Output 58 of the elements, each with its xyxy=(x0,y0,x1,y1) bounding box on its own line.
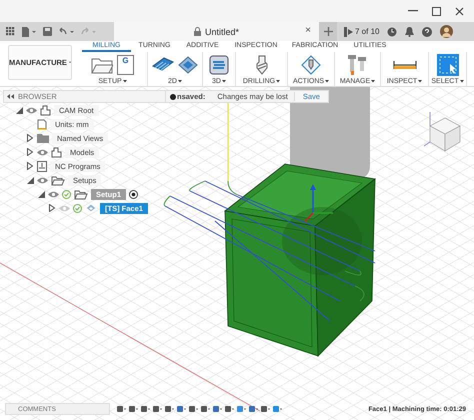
active-radio-icon[interactable] xyxy=(129,190,138,198)
drill-diamond-icon[interactable] xyxy=(301,55,321,75)
collapsed-icon[interactable] xyxy=(27,162,33,170)
collapse-icon[interactable] xyxy=(7,94,14,99)
close-icon[interactable] xyxy=(455,6,464,16)
caret-icon xyxy=(122,80,127,83)
minimize-icon[interactable] xyxy=(408,10,418,12)
document-icon xyxy=(37,118,47,130)
collapsed-icon[interactable] xyxy=(27,148,33,156)
apps-grid-icon[interactable] xyxy=(6,27,15,36)
nc-file-icon[interactable]: G xyxy=(117,55,134,75)
tab-close-button[interactable]: × xyxy=(305,25,311,36)
save-icon[interactable] xyxy=(43,27,52,36)
eye-icon[interactable] xyxy=(26,106,37,114)
collapsed-icon[interactable] xyxy=(27,134,33,142)
job-status-icon[interactable] xyxy=(343,26,353,36)
component-icon xyxy=(51,146,62,158)
surface-layers-icon[interactable] xyxy=(209,55,229,75)
warning-dot-icon xyxy=(170,94,176,100)
tool-library-icon[interactable] xyxy=(346,54,368,76)
clock-icon[interactable] xyxy=(387,26,398,36)
document-tab[interactable]: Untitled* xyxy=(204,26,240,36)
folder-icon xyxy=(74,188,88,200)
measure-icon[interactable] xyxy=(392,60,416,70)
eye-icon[interactable] xyxy=(48,190,59,198)
lock-icon xyxy=(194,27,201,36)
maximize-icon[interactable] xyxy=(432,6,441,16)
collapsed-icon[interactable] xyxy=(49,204,55,212)
folder-icon xyxy=(51,174,65,186)
caret-icon xyxy=(460,80,464,83)
eye-icon[interactable] xyxy=(37,148,48,156)
expanded-icon[interactable] xyxy=(16,106,22,114)
contour-icon[interactable] xyxy=(178,56,198,74)
caret-icon xyxy=(371,80,376,83)
caret-icon xyxy=(325,80,330,83)
undo-icon[interactable] xyxy=(59,27,74,36)
face-operation-icon xyxy=(85,203,97,213)
folder-icon[interactable] xyxy=(91,56,113,74)
caret-icon xyxy=(276,80,280,83)
check-icon xyxy=(62,190,71,198)
caret-icon xyxy=(178,80,182,83)
new-tab-icon[interactable] xyxy=(324,27,332,36)
avatar-icon[interactable] xyxy=(440,25,454,38)
expanded-icon[interactable] xyxy=(26,176,34,184)
bell-icon[interactable] xyxy=(405,26,414,36)
view-cube-icon[interactable] xyxy=(424,112,461,152)
job-status[interactable]: 7 of 10 xyxy=(355,27,380,36)
eye-icon[interactable] xyxy=(37,176,48,184)
expanded-icon[interactable] xyxy=(38,190,44,198)
caret-icon xyxy=(222,80,226,83)
select-icon[interactable] xyxy=(436,54,458,76)
component-icon xyxy=(40,104,51,116)
program-icon xyxy=(37,160,47,172)
help-icon[interactable] xyxy=(422,26,432,36)
check-icon xyxy=(73,204,82,212)
caret-icon xyxy=(418,80,422,83)
file-icon[interactable] xyxy=(22,26,36,36)
folder-icon xyxy=(37,134,49,142)
